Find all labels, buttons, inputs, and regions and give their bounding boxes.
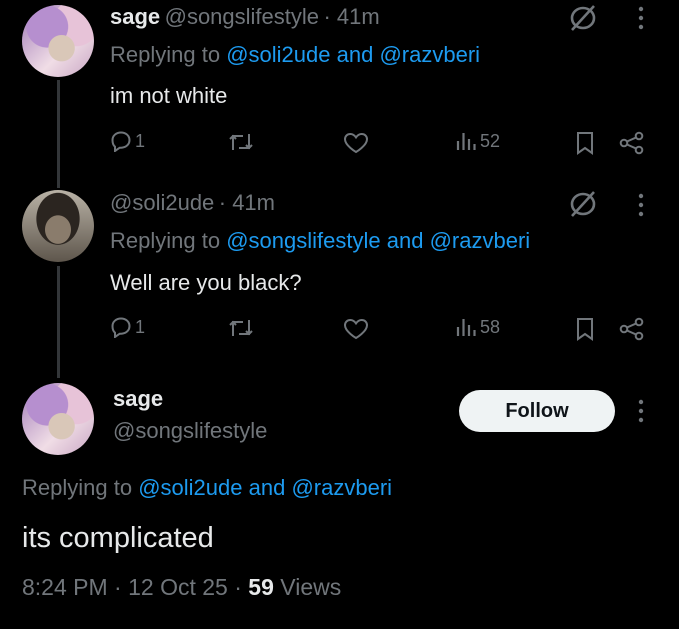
mention-and: and <box>336 42 374 67</box>
replying-to: Replying to @songslifestyle and @razvber… <box>110 228 530 254</box>
replying-to-label: Replying to <box>22 475 133 500</box>
view-count: 58 <box>480 316 501 337</box>
author-handle[interactable]: @soli2ude <box>110 190 214 215</box>
mention-link[interactable]: @razvberi <box>430 228 531 253</box>
mute-icon[interactable] <box>568 191 598 217</box>
retweet-icon[interactable] <box>228 317 254 339</box>
replying-to-label: Replying to <box>110 228 221 253</box>
replying-to: Replying to @soli2ude and @razvberi <box>22 475 392 501</box>
reply-button[interactable]: 1 <box>110 316 145 338</box>
reply-icon <box>110 130 132 152</box>
tweet-meta: 8:24 PM · 12 Oct 25 · 59 Views <box>22 574 341 601</box>
mention-and: and <box>386 228 424 253</box>
reply-count: 1 <box>135 130 146 151</box>
reply-icon <box>110 316 132 338</box>
more-icon[interactable] <box>637 6 645 30</box>
mention-link[interactable]: @razvberi <box>379 42 480 67</box>
separator-dot: · <box>234 574 242 600</box>
separator-dot: · <box>114 574 122 600</box>
tweet-header: @soli2ude · 41m <box>110 190 275 216</box>
tweet-time[interactable]: 8:24 PM <box>22 574 108 600</box>
tweet-text: im not white <box>110 83 228 108</box>
views-button[interactable]: 58 <box>455 316 500 338</box>
share-icon[interactable] <box>619 131 645 155</box>
avatar[interactable] <box>22 383 94 455</box>
view-count: 52 <box>480 130 501 151</box>
views-icon <box>455 130 477 152</box>
tweet-date[interactable]: 12 Oct 25 <box>128 574 228 600</box>
mention-link[interactable]: @soli2ude <box>226 42 330 67</box>
author-name[interactable]: sage <box>113 386 163 412</box>
retweet-icon[interactable] <box>228 131 254 153</box>
mute-icon[interactable] <box>568 5 598 31</box>
author-handle[interactable]: @songslifestyle <box>165 4 319 29</box>
views-label: Views <box>280 574 342 600</box>
replying-to: Replying to @soli2ude and @razvberi <box>110 42 480 68</box>
thread-line <box>57 80 60 188</box>
tweet-header: sage @songslifestyle · 41m <box>110 4 380 30</box>
views-button[interactable]: 52 <box>455 130 500 152</box>
tweet-text: its complicated <box>22 522 214 554</box>
avatar[interactable] <box>22 5 94 77</box>
replying-to-label: Replying to <box>110 42 221 67</box>
thread-line <box>57 266 60 378</box>
more-icon[interactable] <box>637 193 645 217</box>
reply-count: 1 <box>135 316 146 337</box>
share-icon[interactable] <box>619 317 645 341</box>
heart-icon[interactable] <box>343 318 369 340</box>
tweet-time[interactable]: · 41m <box>219 190 275 215</box>
author-handle[interactable]: @songslifestyle <box>113 418 267 444</box>
mention-and: and <box>248 475 286 500</box>
author-name[interactable]: sage <box>110 4 160 29</box>
tweet-text: Well are you black? <box>110 270 302 295</box>
bookmark-icon[interactable] <box>575 131 595 155</box>
more-icon[interactable] <box>637 399 645 423</box>
mention-link[interactable]: @razvberi <box>291 475 392 500</box>
tweet-time[interactable]: · 41m <box>323 4 379 29</box>
bookmark-icon[interactable] <box>575 317 595 341</box>
mention-link[interactable]: @soli2ude <box>138 475 242 500</box>
mention-link[interactable]: @songslifestyle <box>226 228 380 253</box>
avatar[interactable] <box>22 190 94 262</box>
follow-button[interactable]: Follow <box>459 390 615 432</box>
views-icon <box>455 316 477 338</box>
views-count: 59 <box>248 574 274 600</box>
heart-icon[interactable] <box>343 132 369 154</box>
reply-button[interactable]: 1 <box>110 130 145 152</box>
